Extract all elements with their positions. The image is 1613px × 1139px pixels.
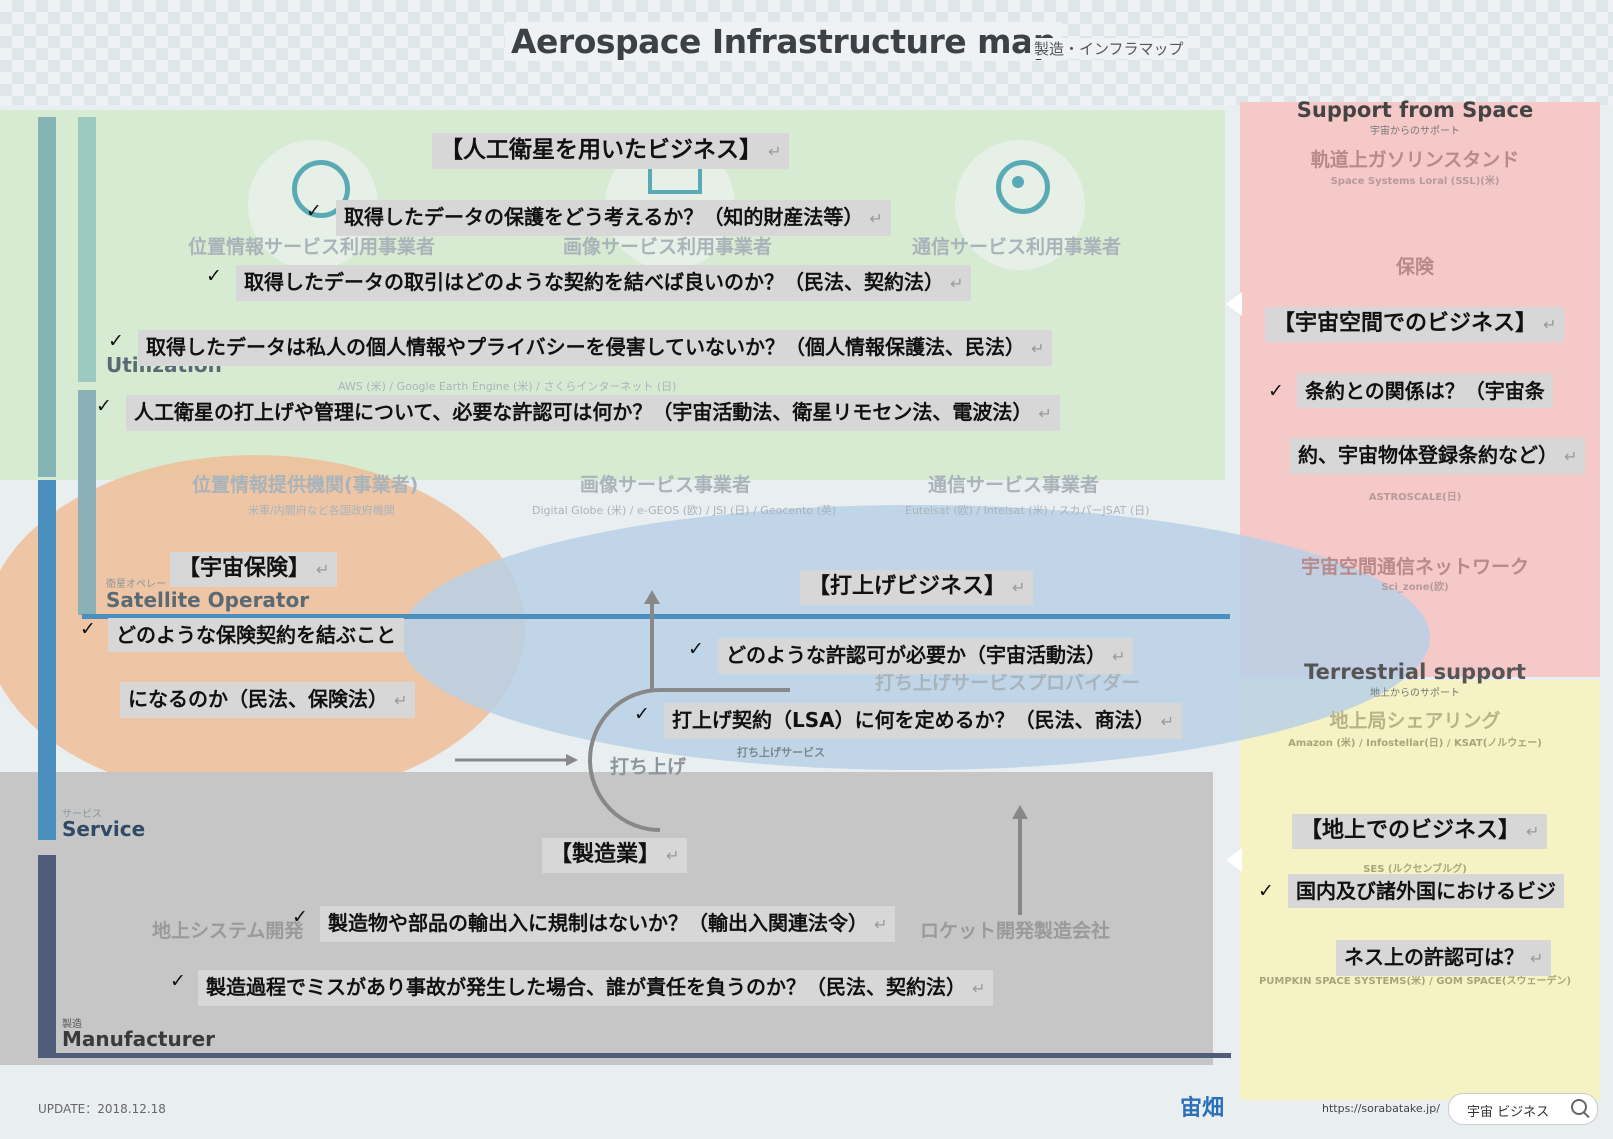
col-mid-comm: 通信サービス事業者 [928, 474, 1100, 496]
ses-company: SES (ルクセンブルグ) [1363, 864, 1467, 875]
check-icon: ✓ [292, 906, 308, 928]
satellite-business-title: 【人工衛星を用いたビジネス】 ↵ [432, 133, 790, 169]
rocket-dev: ロケット開発製造会社 [920, 920, 1111, 942]
support-from-space: Support from Space [1296, 98, 1534, 122]
ground-business-title: 【地上でのビジネス】 ↵ [1292, 814, 1548, 849]
insurance-item-2: になるのか（民法、保険法） ↵ [120, 682, 416, 718]
pointer-space [1226, 292, 1242, 316]
update-date: UPDATE：2018.12.18 [38, 1102, 166, 1116]
manufacturing-item-1: 製造物や部品の輸出入に規制はないか？（輸出入関連法令） ↵ [320, 906, 896, 942]
launch-item-2: 打上げ契約（LSA）に何を定めるか？（民法、商法） ↵ [664, 703, 1183, 739]
space-item-1: 条約との関係は？（宇宙条 [1297, 374, 1553, 408]
satellite-operator-bar [78, 390, 96, 615]
insurance-heading: 保険 [1395, 256, 1434, 278]
ground-share-heading: 地上局シェアリング [1329, 710, 1501, 732]
satellite-image-icon [648, 168, 702, 194]
check-icon: ✓ [96, 395, 112, 417]
check-icon: ✓ [206, 265, 222, 287]
search-text: 宇宙 ビジネス [1467, 1105, 1550, 1120]
manufacturing-title: 【製造業】 ↵ [542, 838, 688, 873]
mid-companies-comm: Eutelsat (欧) / Intelsat (米) / スカパーJSAT (… [905, 504, 1150, 517]
space-business-title: 【宇宙空間でのビジネス】 ↵ [1265, 307, 1565, 342]
col-mid-location: 位置情報提供機関(事業者) [192, 474, 419, 496]
pointer-ground [1226, 848, 1242, 872]
ground-system-dev: 地上システム開発 [152, 920, 304, 942]
rocket-up-arrow [1012, 805, 1028, 915]
col-top-image: 画像サービス利用事業者 [563, 236, 773, 258]
utilization-inner-bar [78, 117, 96, 382]
debris-company: ASTROSCALE(日) [1368, 492, 1462, 503]
check-icon: ✓ [170, 970, 186, 992]
manufacturer-label: Manufacturer [62, 1027, 216, 1051]
service-bar [38, 480, 56, 840]
manufacturer-bar [38, 855, 56, 1055]
page-subtitle: 製造・インフラマップ [1030, 38, 1188, 59]
satellite-item-1: 取得したデータの保護をどう考えるか？（知的財産法等） ↵ [336, 200, 891, 236]
insurance-item-1: どのような保険契約を結ぶこと [108, 618, 404, 652]
service-label: Service [62, 817, 146, 841]
gas-station-heading: 軌道上ガソリンスタンド [1310, 149, 1520, 171]
terrestrial-support-jp: 地上からのサポート [1370, 688, 1460, 699]
mid-companies-image: Digital Globe (米) / e-GEOS (欧) / JSI (日)… [532, 504, 837, 517]
check-icon: ✓ [1268, 380, 1284, 402]
satellite-operator-label: Satellite Operator [106, 588, 310, 612]
platform-companies: AWS (米) / Google Earth Engine (米) / さくらイ… [338, 380, 677, 393]
site-url[interactable]: https://sorabatake.jp/ [1322, 1102, 1440, 1115]
space-item-2: 約、宇宙物体登録条約など） ↵ [1290, 438, 1586, 474]
col-mid-image: 画像サービス事業者 [580, 474, 752, 496]
support-from-space-jp: 宇宙からのサポート [1370, 126, 1460, 137]
ground-item-1: 国内及び諸外国におけるビジ [1288, 874, 1564, 908]
satellite-item-4: 人工衛星の打上げや管理について、必要な許認可は何か？（宇宙活動法、衛星リモセン法… [126, 395, 1060, 431]
network-company: Sci_zone(欧) [1381, 582, 1449, 593]
terrestrial-support: Terrestrial support [1304, 660, 1526, 684]
mid-companies-location: 米軍/内閣府など各国政府機関 [248, 504, 395, 517]
search-icon[interactable] [1571, 1099, 1587, 1115]
satellite-item-2: 取得したデータの取引はどのような契約を結べば良いのか？（民法、契約法） ↵ [236, 265, 972, 301]
check-icon: ✓ [108, 330, 124, 352]
brand-logo[interactable]: 宙畑 [1180, 1090, 1224, 1122]
manufacturer-line [38, 1053, 1231, 1058]
antenna-icon [996, 160, 1050, 214]
insurance-title: 【宇宙保険】 ↵ [170, 552, 338, 587]
ground-share-company: Amazon (米) / Infostellar(日) / KSAT(ノルウェー… [1288, 738, 1542, 749]
ground-item-2: ネス上の許認可は？ ↵ [1336, 940, 1552, 976]
satellite-item-3: 取得したデータは私人の個人情報やプライバシーを侵害していないか？（個人情報保護法… [138, 330, 1053, 366]
check-icon: ✓ [688, 638, 704, 660]
launch-item-1: どのような許認可が必要か（宇宙活動法） ↵ [718, 638, 1134, 674]
search-box[interactable]: 宇宙 ビジネス [1448, 1093, 1598, 1125]
col-top-location: 位置情報サービス利用事業者 [188, 236, 436, 258]
gas-station-company: Space Systems Loral (SSL)(米) [1330, 176, 1500, 187]
check-icon: ✓ [80, 618, 96, 640]
check-icon: ✓ [634, 703, 650, 725]
check-icon: ✓ [1258, 880, 1274, 902]
col-top-comm: 通信サービス利用事業者 [912, 236, 1122, 258]
manufacturing-item-2: 製造過程でミスがあり事故が発生した場合、誰が責任を負うのか？（民法、契約法） ↵ [198, 970, 994, 1006]
launch-title: 【打上げビジネス】 ↵ [800, 570, 1034, 605]
network-heading: 宇宙空間通信ネットワーク [1300, 556, 1529, 578]
check-icon: ✓ [306, 200, 322, 222]
utilization-bar [38, 117, 56, 477]
antenna-center-icon [1012, 176, 1024, 188]
page-title: Aerospace Infrastructure map [505, 22, 1062, 61]
